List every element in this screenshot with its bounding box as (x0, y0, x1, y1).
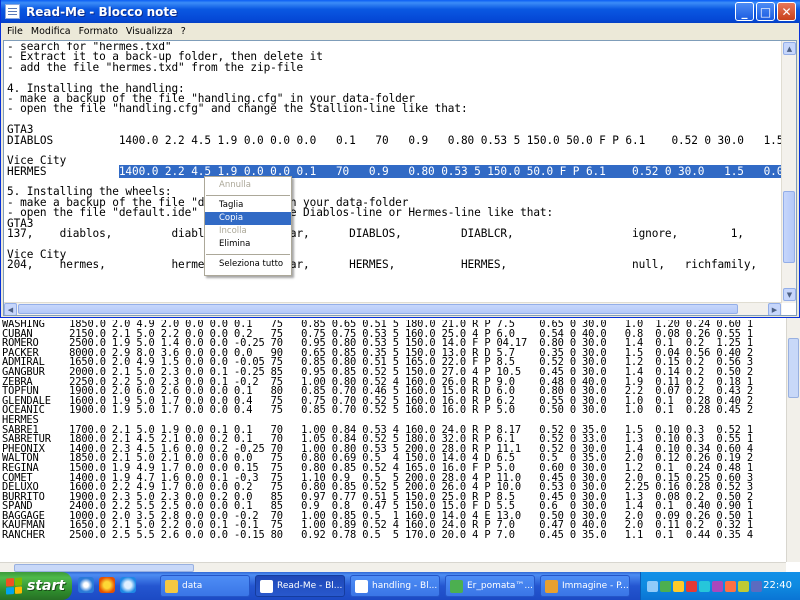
scroll-up-icon[interactable]: ▲ (783, 42, 796, 55)
menu-file[interactable]: File (3, 26, 27, 37)
editor-area[interactable]: - search for "hermes.txd" - Extract it to… (3, 40, 797, 316)
menu-separator (206, 195, 290, 196)
windows-logo-icon (6, 577, 22, 595)
task-app-icon (450, 579, 463, 593)
tray-icon-8[interactable] (738, 580, 749, 592)
handling-window: WASHING 1850.0 2.0 4.9 2.0 0.0 0.0 0.1 7… (0, 318, 800, 572)
editor-line: - open the file "default.ide" and change… (7, 206, 554, 220)
handling-line: RANCHER 2500.0 2.5 5.5 2.6 0.0 0.0 -0.15… (2, 529, 754, 542)
editor-text[interactable]: - search for "hermes.txd" - Extract it to… (7, 42, 783, 304)
tray-icon-7[interactable] (725, 580, 736, 592)
menu-visualizza[interactable]: Visualizza (122, 26, 177, 37)
tray-icon-3[interactable] (673, 580, 684, 592)
context-item-seleziona-tutto[interactable]: Seleziona tutto (205, 258, 291, 271)
task-button[interactable]: handling - Bl... (350, 575, 440, 597)
editor-line: DIABLOS 1400.0 2.2 4.5 1.9 0.0 0.0 0.0 0… (7, 133, 783, 147)
notepad-window: Read-Me - Blocco note _ □ ✕ File Modific… (0, 0, 800, 318)
tray-icon-2[interactable] (660, 580, 671, 592)
browser-icon[interactable] (78, 577, 94, 593)
task-label: Read-Me - Bl... (277, 581, 343, 591)
media-icon[interactable] (99, 577, 115, 593)
window-title: Read-Me - Blocco note (26, 4, 178, 19)
scroll-down-icon[interactable]: ▼ (783, 288, 796, 301)
editor-line: 204, hermes, hermes, car, HERMES, HERMES… (7, 258, 783, 272)
scroll-left-icon[interactable]: ◀ (4, 303, 17, 315)
handling-vertical-scrollbar[interactable] (786, 318, 800, 562)
editor-line: HERMES 1400.0 2.2 4.5 1.9 0.0 0.0 0.1 70… (7, 164, 783, 178)
context-menu: Annulla Taglia Copia Incolla Elimina Selezion… (204, 176, 292, 276)
tray-icon-4[interactable] (686, 580, 697, 592)
task-button[interactable]: Er_pomata™... (445, 575, 535, 597)
editor-horizontal-scrollbar[interactable]: ◀ ▶ (4, 302, 782, 315)
handling-text-area[interactable]: WASHING 1850.0 2.0 4.9 2.0 0.0 0.0 0.1 7… (2, 320, 786, 560)
menu-bar: File Modifica Formato Visualizza ? (1, 23, 799, 40)
menu-help[interactable]: ? (177, 26, 190, 37)
maximize-button[interactable]: □ (756, 2, 775, 21)
editor-vertical-scrollbar[interactable]: ▲ ▼ (781, 41, 796, 303)
taskbar: start data Read-Me - Bl... handling - Bl..… (0, 572, 800, 600)
context-item-elimina[interactable]: Elimina (205, 238, 291, 251)
handling-vertical-thumb[interactable] (788, 338, 799, 398)
minimize-button[interactable]: _ (735, 2, 754, 21)
globe-icon[interactable] (120, 577, 136, 593)
quick-launch (78, 577, 136, 593)
editor-vertical-thumb[interactable] (783, 191, 795, 263)
context-item-copia[interactable]: Copia (205, 212, 291, 225)
task-button[interactable]: Immagine - P... (540, 575, 630, 597)
editor-line: - add the file "hermes.txd" from the zip… (7, 60, 304, 74)
task-label: handling - Bl... (372, 581, 438, 591)
task-label: Er_pomata™... (467, 581, 534, 591)
tray-icon-5[interactable] (699, 580, 710, 592)
start-button[interactable]: start (0, 572, 72, 600)
system-tray: 22:40 (640, 572, 800, 600)
task-label: Immagine - P... (562, 581, 629, 591)
menu-formato[interactable]: Formato (75, 26, 122, 37)
tray-icon-1[interactable] (647, 580, 658, 592)
editor-line: 137, diablos, diablos, car, DIABLOS, DIA… (7, 227, 783, 241)
task-app-icon (545, 579, 558, 593)
menu-modifica[interactable]: Modifica (27, 26, 75, 37)
task-button[interactable]: data (160, 575, 250, 597)
clock: 22:40 (763, 580, 792, 591)
scroll-right-icon[interactable]: ▶ (768, 303, 781, 315)
notepad-icon[interactable] (5, 4, 20, 19)
title-bar[interactable]: Read-Me - Blocco note _ □ ✕ (1, 0, 800, 23)
selected-line-label: HERMES (7, 164, 119, 178)
task-app-icon (355, 579, 368, 593)
handling-line: OCEANIC 1900.0 1.9 5.0 1.7 0.0 0.0 0.4 7… (2, 404, 754, 417)
context-item-incolla: Incolla (219, 226, 247, 236)
task-app-icon (260, 579, 273, 593)
task-label: data (182, 581, 203, 591)
editor-horizontal-thumb[interactable] (18, 304, 738, 314)
context-item-annulla: Annulla (219, 180, 251, 190)
tray-icon-9[interactable] (751, 580, 762, 592)
menu-separator (206, 254, 290, 255)
start-label: start (27, 578, 66, 594)
task-button[interactable]: Read-Me - Bl... (255, 575, 345, 597)
handling-horizontal-scrollbar[interactable] (0, 562, 786, 572)
context-item-taglia[interactable]: Taglia (205, 199, 291, 212)
editor-line: - open the file "handling.cfg" and chang… (7, 102, 468, 116)
close-button[interactable]: ✕ (777, 2, 796, 21)
tray-icon-6[interactable] (712, 580, 723, 592)
handling-horizontal-thumb[interactable] (14, 564, 194, 572)
task-app-icon (165, 579, 178, 593)
